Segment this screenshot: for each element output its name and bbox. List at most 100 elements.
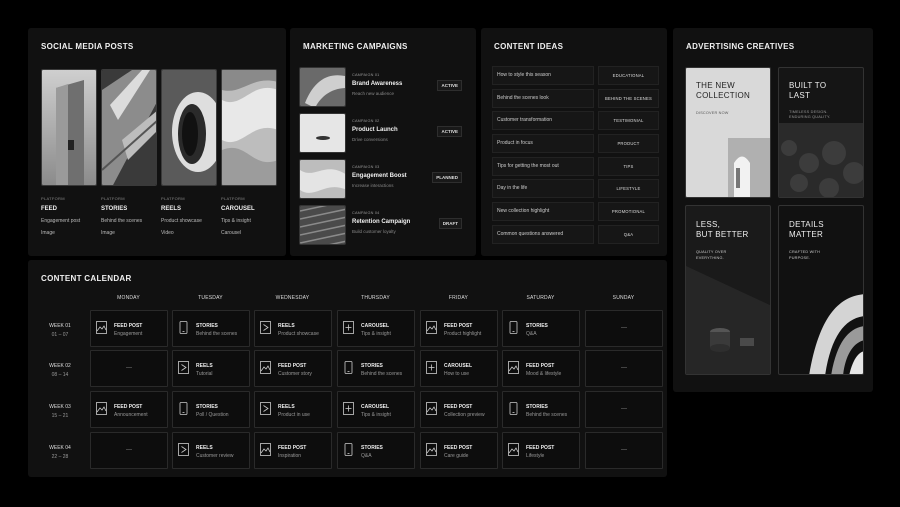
calendar-cell[interactable]: STORIES Poll / Question (172, 391, 250, 428)
idea-tag: EDUCATIONAL (598, 66, 659, 85)
phone-icon (178, 321, 189, 334)
idea-row[interactable]: Day in the life LIFESTYLE (492, 179, 659, 198)
ideas-panel-title: CONTENT IDEAS (494, 42, 564, 51)
idea-row[interactable]: Tips for getting the most out TIPS (492, 157, 659, 176)
empty-dash: — (621, 406, 627, 412)
calendar-cell[interactable]: FEED POST Inspiration (254, 432, 332, 469)
calendar-cell[interactable]: CAROUSEL How to use (420, 350, 498, 387)
cell-post-type: FEED POST (114, 404, 143, 410)
cell-post-description: Customer story (278, 371, 312, 377)
calendar-cell[interactable]: STORIES Behind the scenes (172, 310, 250, 347)
calendar-cell[interactable]: REELS Product showcase (254, 310, 332, 347)
image-icon (96, 402, 107, 415)
image-icon (508, 443, 519, 456)
campaign-number: CAMPAIGN 03 (352, 165, 380, 169)
idea-row[interactable]: Customer transformation TESTIMONIAL (492, 111, 659, 130)
empty-dash: — (621, 447, 627, 453)
ad-subtext: PURPOSE. (789, 256, 811, 260)
cell-post-description: Customer review (196, 453, 234, 459)
advertising-creatives-panel: ADVERTISING CREATIVES THE NEW COLLECTION… (673, 28, 873, 392)
calendar-cell[interactable]: STORIES Q&A (337, 432, 415, 469)
cell-post-description: Inspiration (278, 453, 302, 459)
campaign-description: Reach new audience (352, 91, 395, 96)
calendar-cell[interactable]: FEED POST Product highlight (420, 310, 498, 347)
calendar-cell[interactable]: FEED POST Collection preview (420, 391, 498, 428)
calendar-cell[interactable]: REELS Tutorial (172, 350, 250, 387)
idea-row[interactable]: Behind the scenes look BEHIND THE SCENES (492, 89, 659, 108)
ad-creative[interactable]: THE NEW COLLECTION DISCOVER NOW (685, 67, 771, 198)
phone-icon (178, 402, 189, 415)
calendar-cell[interactable]: FEED POST Customer story (254, 350, 332, 387)
social-panel-title: SOCIAL MEDIA POSTS (41, 42, 134, 51)
cell-post-description: Mood & lifestyle (526, 371, 562, 377)
campaign-number: CAMPAIGN 04 (352, 211, 380, 215)
calendar-cell-empty[interactable]: — (585, 391, 663, 428)
calendar-cell[interactable]: FEED POST Lifestyle (502, 432, 580, 469)
platform-label: PLATFORM (41, 196, 65, 201)
social-post-card[interactable]: PLATFORM CAROUSEL Tips & insight Carouse… (221, 69, 277, 236)
cell-post-description: Poll / Question (196, 412, 229, 418)
content-ideas-panel: CONTENT IDEAS How to style this season ED… (481, 28, 667, 256)
calendar-cell[interactable]: FEED POST Mood & lifestyle (502, 350, 580, 387)
play-icon (178, 361, 189, 374)
calendar-cell-empty[interactable]: — (585, 350, 663, 387)
campaign-row[interactable]: CAMPAIGN 04 Retention Campaign Build cus… (299, 205, 465, 246)
idea-row[interactable]: How to style this season EDUCATIONAL (492, 66, 659, 85)
week-dates: 01 – 07 (51, 332, 69, 338)
calendar-cell-empty[interactable]: — (90, 350, 168, 387)
calendar-cell[interactable]: CAROUSEL Tips & insight (337, 310, 415, 347)
calendar-cell[interactable]: FEED POST Care guide (420, 432, 498, 469)
cell-post-description: Lifestyle (526, 453, 545, 459)
idea-row[interactable]: New collection highlight PROMOTIONAL (492, 202, 659, 221)
calendar-cell[interactable]: CAROUSEL Tips & insight (337, 391, 415, 428)
calendar-cell[interactable]: STORIES Q&A (502, 310, 580, 347)
ad-creative[interactable]: BUILT TO LAST TIMELESS DESIGN. ENDURING … (778, 67, 864, 198)
ad-headline: BUT BETTER (696, 230, 749, 239)
social-post-card[interactable]: PLATFORM STORIES Behind the scenes Image (101, 69, 157, 236)
social-media-posts-panel: SOCIAL MEDIA POSTS PLATFORM FEED Engagem… (28, 28, 286, 256)
empty-dash: — (621, 365, 627, 371)
cell-post-type: FEED POST (526, 445, 555, 451)
image-icon (96, 321, 107, 334)
campaign-row[interactable]: CAMPAIGN 03 Engagement Boost Increase in… (299, 159, 465, 200)
cell-post-type: REELS (278, 323, 295, 329)
post-image (161, 69, 217, 186)
idea-row[interactable]: Product in focus PRODUCT (492, 134, 659, 153)
calendar-cell[interactable]: FEED POST Announcement (90, 391, 168, 428)
campaign-row[interactable]: CAMPAIGN 02 Product Launch Drive convers… (299, 113, 465, 154)
idea-tag: TESTIMONIAL (598, 111, 659, 130)
ad-creative[interactable]: DETAILS MATTER CRAFTED WITH PURPOSE. (778, 205, 864, 375)
post-type: STORIES (101, 206, 128, 212)
calendar-cell-empty[interactable]: — (585, 432, 663, 469)
campaign-row[interactable]: CAMPAIGN 01 Brand Awareness Reach new au… (299, 67, 465, 108)
calendar-cell[interactable]: STORIES Behind the scenes (337, 350, 415, 387)
calendar-cell-empty[interactable]: — (90, 432, 168, 469)
idea-tag: PROMOTIONAL (598, 202, 659, 221)
social-post-card[interactable]: PLATFORM REELS Product showcase Video (161, 69, 217, 236)
idea-tag: LIFESTYLE (598, 179, 659, 198)
cell-post-type: STORIES (361, 445, 383, 451)
post-image (41, 69, 97, 186)
image-icon (508, 361, 519, 374)
week-label: WEEK 03 15 – 21 (40, 404, 80, 419)
calendar-cell[interactable]: REELS Product in use (254, 391, 332, 428)
marketing-campaigns-panel: MARKETING CAMPAIGNS CAMPAIGN 01 Brand Aw… (290, 28, 476, 256)
campaign-status-badge: DRAFT (438, 218, 462, 229)
idea-text: Common questions answered (492, 225, 594, 244)
calendar-cell[interactable]: FEED POST Engagement (90, 310, 168, 347)
ad-headline: DETAILS (789, 220, 824, 229)
calendar-cell[interactable]: STORIES Behind the scenes (502, 391, 580, 428)
idea-text: Product in focus (492, 134, 594, 153)
week-label: WEEK 01 01 – 07 (40, 323, 80, 338)
idea-row[interactable]: Common questions answered Q&A (492, 225, 659, 244)
platform-label: PLATFORM (221, 196, 245, 201)
calendar-cell-empty[interactable]: — (585, 310, 663, 347)
idea-tag: Q&A (598, 225, 659, 244)
cell-post-type: FEED POST (444, 445, 473, 451)
ad-headline: LAST (789, 91, 811, 100)
cell-post-type: FEED POST (444, 323, 473, 329)
social-post-card[interactable]: PLATFORM FEED Engagement post Image (41, 69, 97, 236)
campaign-number: CAMPAIGN 02 (352, 119, 380, 123)
ad-creative[interactable]: LESS, BUT BETTER QUALITY OVER EVERYTHING… (685, 205, 771, 375)
calendar-cell[interactable]: REELS Customer review (172, 432, 250, 469)
